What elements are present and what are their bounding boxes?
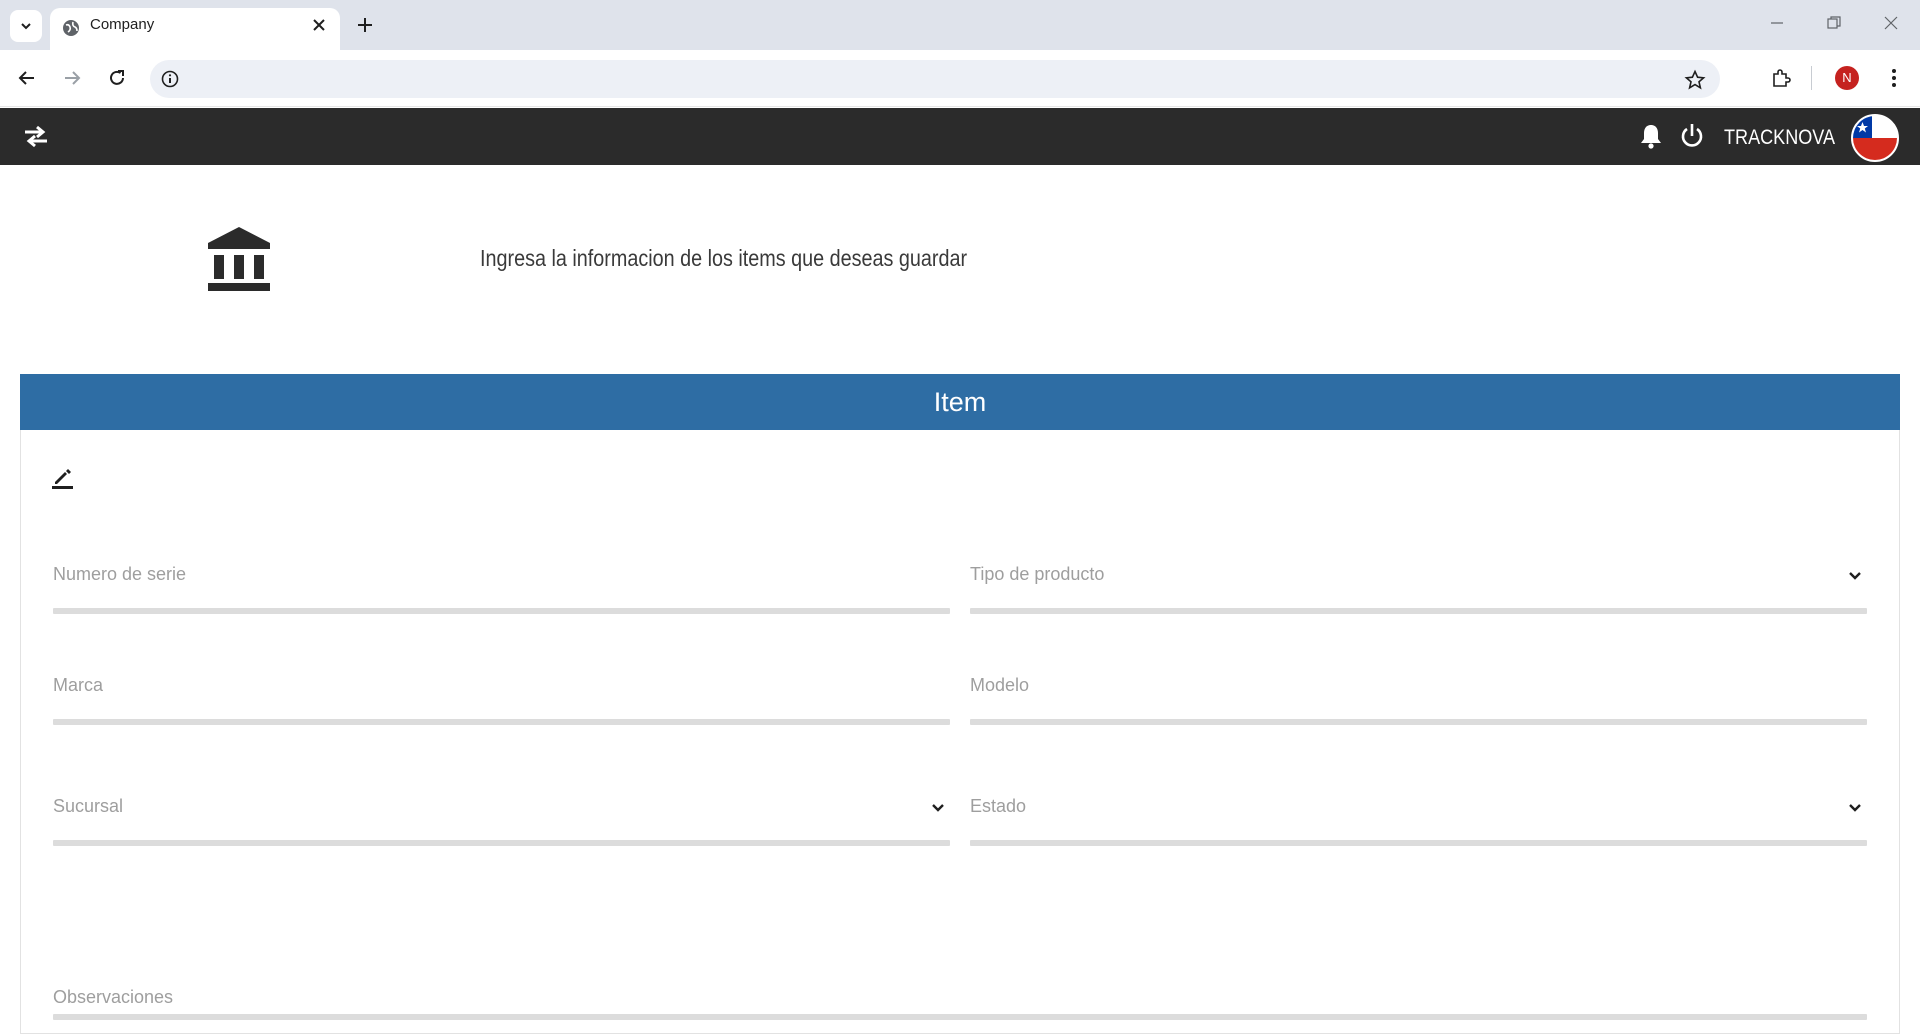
- field-underline: [53, 840, 950, 846]
- address-bar[interactable]: [150, 60, 1720, 98]
- bank-icon: [208, 227, 270, 291]
- tab-search-button[interactable]: [10, 10, 42, 42]
- tipo-de-producto-label: Tipo de producto: [970, 564, 1105, 584]
- marca-field[interactable]: Marca: [53, 675, 950, 725]
- close-tab-icon[interactable]: [310, 16, 328, 34]
- chevron-down-icon: [1849, 804, 1861, 812]
- card-header: Item: [20, 374, 1900, 430]
- modelo-input[interactable]: [970, 675, 1867, 717]
- chevron-down-icon: [932, 804, 944, 812]
- browser-menu-button[interactable]: [1880, 64, 1908, 92]
- back-button[interactable]: [13, 64, 41, 92]
- new-tab-icon[interactable]: [352, 12, 378, 38]
- estado-label: Estado: [970, 796, 1027, 816]
- sucursal-label: Sucursal: [53, 796, 124, 816]
- field-underline: [970, 608, 1867, 614]
- close-window-icon[interactable]: [1878, 10, 1904, 36]
- swap-arrows-icon[interactable]: [22, 123, 50, 149]
- field-underline: [53, 719, 950, 725]
- chevron-down-icon: [1849, 572, 1861, 580]
- company-brand: TRACKNOVA: [1724, 126, 1836, 149]
- toolbar-divider: [1811, 66, 1812, 90]
- field-underline: [53, 608, 950, 614]
- bookmark-star-icon[interactable]: [1684, 69, 1706, 91]
- extensions-button[interactable]: [1767, 64, 1795, 92]
- url-input[interactable]: [194, 60, 1644, 98]
- arrow-left-icon: [18, 71, 34, 85]
- more-vert-icon: [1892, 69, 1896, 87]
- reload-icon: [110, 70, 124, 85]
- numero-de-serie-field[interactable]: Numero de serie: [53, 564, 950, 614]
- chile-flag-icon[interactable]: [1851, 114, 1899, 162]
- puzzle-icon: [1773, 69, 1791, 87]
- chevron-down-icon: [21, 23, 31, 30]
- observaciones-field[interactable]: Observaciones: [53, 987, 1867, 1020]
- arrow-right-icon: [65, 71, 81, 85]
- minimize-icon[interactable]: [1764, 10, 1790, 36]
- marca-input[interactable]: [53, 675, 950, 717]
- tipo-de-producto-select[interactable]: Tipo de producto: [970, 564, 1867, 614]
- reload-button[interactable]: [103, 64, 131, 92]
- browser-tab[interactable]: Company: [50, 8, 340, 50]
- browser-toolbar: [0, 50, 1920, 107]
- profile-avatar[interactable]: N: [1835, 66, 1859, 90]
- app-header: TRACKNOVA: [0, 108, 1920, 165]
- power-icon[interactable]: [1679, 122, 1705, 150]
- field-underline: [970, 719, 1867, 725]
- estado-select[interactable]: Estado: [970, 796, 1867, 846]
- tab-title: Company: [90, 16, 155, 33]
- globe-icon: [63, 20, 79, 36]
- edit-pencil-icon: [52, 469, 73, 489]
- browser-tabstrip: Company: [0, 0, 1920, 50]
- modelo-field[interactable]: Modelo: [970, 675, 1867, 725]
- numero-de-serie-input[interactable]: [53, 564, 950, 606]
- sucursal-select[interactable]: Sucursal: [53, 796, 950, 846]
- observaciones-input[interactable]: [53, 987, 1867, 1014]
- site-info-icon[interactable]: [160, 69, 180, 89]
- intro-text: Ingresa la informacion de los items que …: [480, 245, 968, 271]
- restore-icon[interactable]: [1821, 10, 1847, 36]
- field-underline: [970, 840, 1867, 846]
- card-title: Item: [933, 387, 987, 417]
- forward-button[interactable]: [58, 64, 86, 92]
- bell-icon[interactable]: [1638, 122, 1664, 150]
- field-underline: [53, 1014, 1867, 1020]
